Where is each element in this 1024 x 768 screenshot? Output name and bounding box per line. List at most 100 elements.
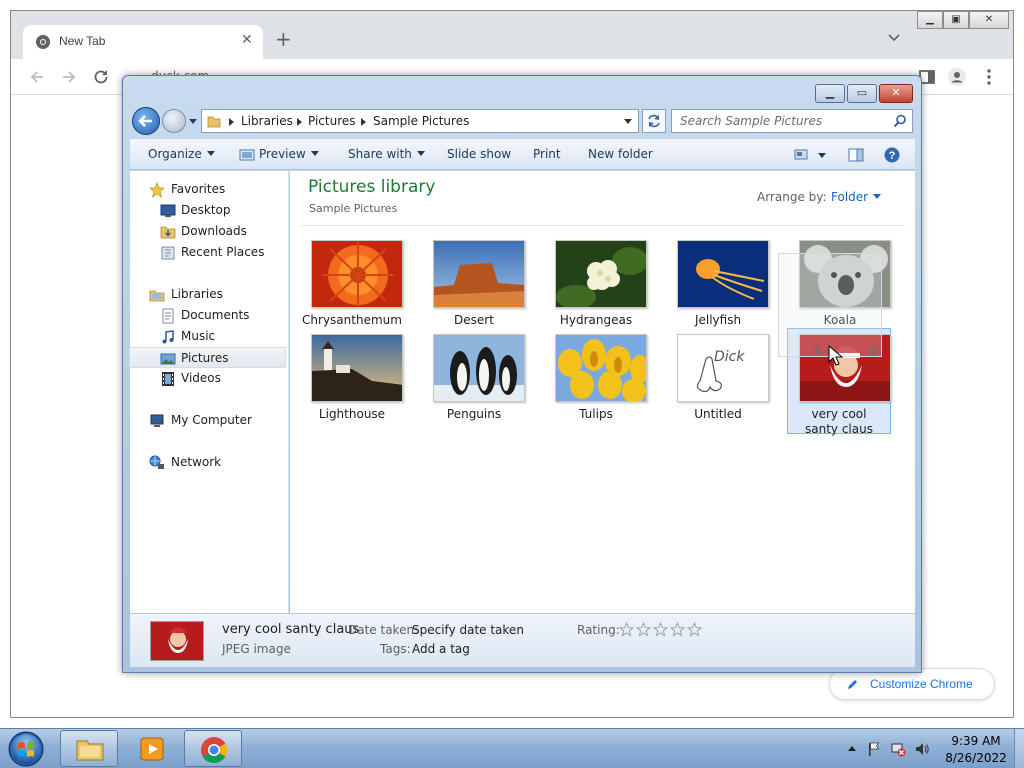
back-button[interactable] [132, 107, 160, 135]
new-tab-icon[interactable]: + [275, 29, 292, 49]
music-note-icon [162, 330, 174, 344]
change-view-icon[interactable] [794, 147, 810, 163]
tab-search-chevron-icon[interactable] [887, 31, 901, 45]
reload-icon[interactable] [91, 67, 111, 87]
network-status-icon[interactable] [890, 741, 906, 757]
search-input[interactable] [672, 110, 884, 132]
breadcrumb-libraries[interactable]: Libraries [241, 114, 293, 128]
chrome-tabstrip: New Tab ✕ + ▁ ▣ ✕ [11, 11, 1013, 59]
rating-star-5-icon[interactable] [687, 622, 702, 637]
windows-start-icon[interactable] [6, 730, 46, 768]
chrysanthemum-thumbnail [311, 240, 403, 308]
rating-star-1-icon[interactable] [619, 622, 634, 637]
clock-date[interactable]: 8/26/2022 [942, 751, 1010, 765]
breadcrumb-pictures[interactable]: Pictures [308, 114, 356, 128]
taskbar-media-player-button[interactable] [122, 730, 180, 767]
address-bar[interactable]: Libraries Pictures Sample Pictures [201, 109, 639, 133]
nav-label: Documents [181, 308, 250, 322]
volume-speaker-icon[interactable] [914, 741, 930, 757]
help-icon[interactable]: ? [884, 147, 900, 163]
nav-label: Desktop [181, 203, 231, 217]
jellyfish-thumbnail [677, 240, 769, 308]
explorer-maximize-button[interactable]: ▭ [847, 84, 877, 103]
breadcrumb-separator-icon[interactable] [361, 118, 366, 126]
details-pane: very cool santy claus JPEG image Date ta… [130, 613, 915, 667]
show-desktop-button[interactable] [1014, 729, 1024, 768]
nav-music[interactable]: Music [129, 326, 286, 347]
preview-icon [239, 149, 255, 161]
slide-show-button[interactable]: Slide show [447, 147, 511, 161]
back-arrow-icon [138, 115, 152, 127]
explorer-close-button[interactable]: ✕ [879, 84, 913, 103]
network-icon [149, 455, 164, 469]
tags-field[interactable]: Add a tag [412, 642, 470, 656]
downloads-folder-icon [160, 226, 176, 239]
nav-label: Network [171, 455, 222, 469]
nav-network[interactable]: Network [129, 452, 286, 473]
star-icon [149, 182, 165, 198]
refresh-button[interactable] [642, 109, 666, 133]
file-tulips[interactable]: Tulips [544, 329, 648, 429]
breadcrumb-separator-icon[interactable] [229, 118, 234, 126]
file-desert[interactable]: Desert [422, 235, 526, 335]
tab-close-icon[interactable]: ✕ [241, 32, 253, 48]
show-hidden-icons-chevron-icon[interactable] [844, 741, 860, 757]
nav-favorites[interactable]: Favorites [129, 179, 286, 200]
forward-arrow-icon[interactable] [59, 67, 79, 87]
chrome-menu-icon[interactable] [979, 67, 999, 87]
tab-title: New Tab [59, 34, 106, 48]
desert-thumbnail [433, 240, 525, 308]
print-button[interactable]: Print [533, 147, 561, 161]
rating-label: Rating: [577, 623, 620, 637]
clock-time[interactable]: 9:39 AM [946, 734, 1006, 748]
breadcrumb-sample-pictures[interactable]: Sample Pictures [373, 114, 469, 128]
view-options-chevron-icon[interactable] [814, 147, 830, 163]
address-history-chevron-icon[interactable] [624, 119, 632, 124]
arrange-by-dropdown[interactable]: Folder [831, 190, 882, 204]
nav-label: Downloads [181, 224, 247, 238]
preview-pane-icon[interactable] [848, 147, 864, 163]
taskbar-explorer-button[interactable] [60, 730, 118, 767]
profile-avatar-icon[interactable] [947, 67, 967, 87]
file-untitled[interactable]: Dick Untitled [666, 329, 770, 429]
organize-button[interactable]: Organize [148, 147, 215, 161]
file-hydrangeas[interactable]: Hydrangeas [544, 235, 648, 335]
nav-downloads[interactable]: Downloads [129, 221, 286, 242]
file-lighthouse[interactable]: Lighthouse [300, 329, 404, 429]
date-taken-field[interactable]: Specify date taken [412, 623, 524, 637]
file-penguins[interactable]: Penguins [422, 329, 526, 429]
header-divider [300, 225, 905, 226]
search-icon[interactable] [893, 114, 907, 128]
back-arrow-icon[interactable] [27, 67, 47, 87]
nav-documents[interactable]: Documents [129, 305, 286, 326]
recent-pages-chevron-icon[interactable] [188, 116, 198, 126]
nav-recent-places[interactable]: Recent Places [129, 242, 286, 263]
rating-star-4-icon[interactable] [670, 622, 685, 637]
rating-star-2-icon[interactable] [636, 622, 651, 637]
arrange-by-label: Arrange by: [757, 190, 827, 204]
explorer-minimize-button[interactable]: ▁ [815, 84, 845, 103]
nav-label: Recent Places [181, 245, 265, 259]
chrome-close-button[interactable]: ✕ [969, 11, 1009, 29]
taskbar-chrome-button[interactable] [184, 730, 242, 767]
chrome-maximize-button[interactable]: ▣ [943, 11, 969, 29]
file-jellyfish[interactable]: Jellyfish [666, 235, 770, 335]
search-box [671, 109, 913, 133]
share-with-button[interactable]: Share with [348, 147, 425, 161]
nav-libraries[interactable]: Libraries [129, 284, 286, 305]
new-folder-button[interactable]: New folder [588, 147, 653, 161]
action-center-flag-icon[interactable] [866, 741, 882, 757]
nav-pictures[interactable]: Pictures [129, 347, 286, 368]
breadcrumb-separator-icon[interactable] [297, 118, 302, 126]
organize-chevron-icon [206, 151, 215, 156]
tab-new-tab[interactable]: New Tab ✕ [23, 25, 263, 59]
forward-button[interactable] [162, 109, 186, 133]
rating-star-3-icon[interactable] [653, 622, 668, 637]
nav-desktop[interactable]: Desktop [129, 200, 286, 221]
preview-button[interactable]: Preview [259, 147, 319, 161]
chrome-minimize-button[interactable]: ▁ [917, 11, 943, 29]
file-chrysanthemum[interactable]: Chrysanthemum [300, 235, 404, 335]
nav-my-computer[interactable]: My Computer [129, 410, 286, 431]
nav-videos[interactable]: Videos [129, 368, 286, 389]
content-pane: Pictures library Sample Pictures Arrange… [290, 171, 915, 613]
